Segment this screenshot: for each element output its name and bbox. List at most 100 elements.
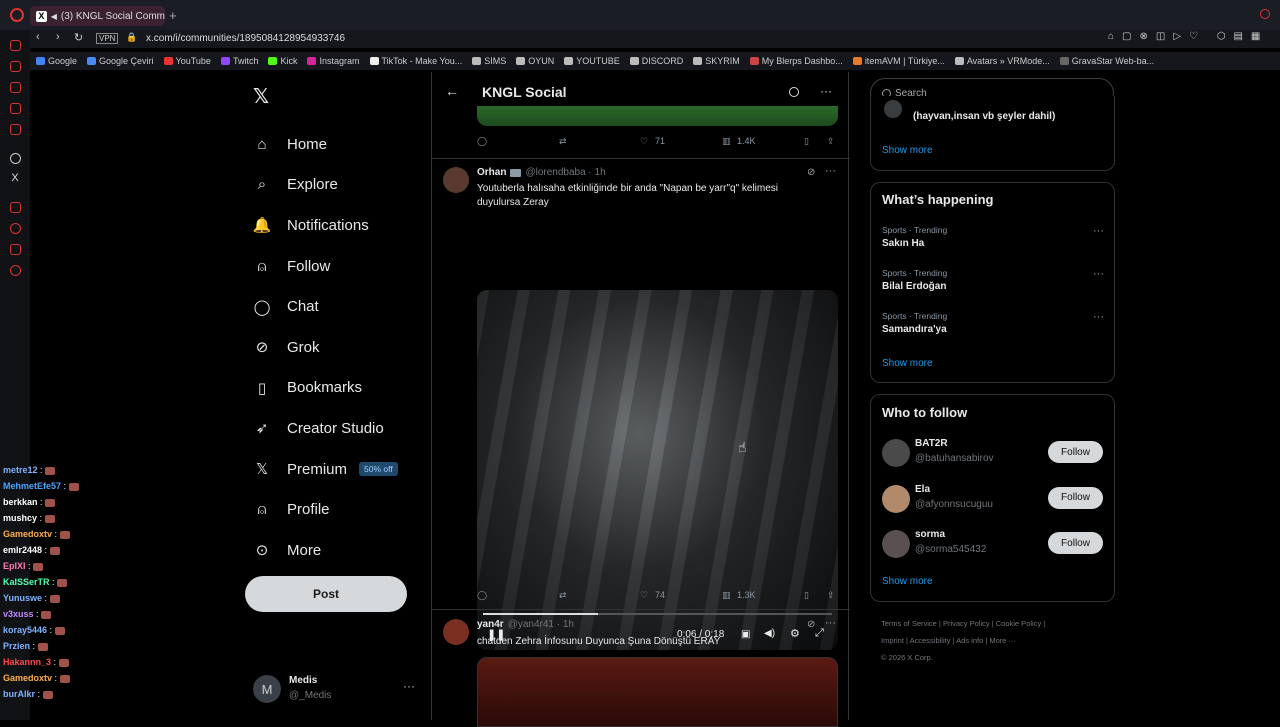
reload-icon[interactable]: ↻ [74, 31, 83, 44]
tweet-media[interactable] [477, 657, 838, 727]
trend-item[interactable]: Sports · Trending Samandıra'ya ··· [882, 311, 1107, 335]
trend-item[interactable]: Sports · Trending Bilal Erdoğan ··· [882, 268, 1107, 292]
bookmark-label: YouTube [175, 56, 211, 66]
bookmark-icon[interactable]: ▯ [804, 590, 809, 601]
new-tab-button[interactable]: + [169, 8, 177, 23]
back-arrow-icon[interactable]: ← [445, 83, 459, 99]
tweet-handle[interactable]: @lorendbaba · 1h [525, 167, 605, 178]
more-icon[interactable]: ··· [1093, 311, 1104, 323]
like-icon[interactable]: ♡ [640, 590, 648, 601]
share-icon[interactable]: ⇪ [827, 590, 835, 601]
sidebar-app-icon[interactable] [9, 103, 21, 114]
settings-icon[interactable] [9, 265, 21, 276]
forward-icon[interactable]: › [56, 31, 60, 43]
reply-icon[interactable]: ◯ [477, 590, 487, 601]
nav-item-creator-studio[interactable]: ➶ Creator Studio [253, 408, 398, 449]
x-app-icon[interactable]: X [0, 172, 30, 184]
show-more-link[interactable]: Show more [882, 576, 933, 587]
bookmark-item[interactable]: Google Çeviri [87, 56, 154, 66]
sidebar-app-icon[interactable] [9, 124, 21, 135]
bookmark-item[interactable]: Avatars » VRMode... [954, 56, 1050, 66]
more-icon[interactable]: ··· [403, 679, 415, 693]
show-more-link[interactable]: Show more [882, 358, 933, 369]
nav-item-home[interactable]: ⌂ Home [253, 124, 398, 165]
repost-icon[interactable]: ⇄ [559, 136, 567, 147]
bookmark-favicon-icon [472, 57, 482, 65]
follow-button[interactable]: Follow [1048, 486, 1103, 509]
sidebar-app-icon[interactable] [9, 61, 21, 72]
bookmark-item[interactable]: Google [36, 56, 77, 66]
tweet-author-name[interactable]: yan4r [477, 619, 504, 630]
bookmark-item[interactable]: SKYRIM [693, 56, 740, 66]
follow-suggestion[interactable]: Ela @afyonnsucuguu Follow [882, 483, 1107, 515]
follow-suggestion[interactable]: BAT2R @batuhansabirov Follow [882, 437, 1107, 469]
opera-logo-icon[interactable] [10, 8, 24, 22]
history-icon[interactable] [9, 223, 21, 234]
more-icon[interactable]: ··· [1093, 225, 1104, 237]
chat-message: EpIXI : [3, 558, 113, 574]
repost-icon[interactable]: ⇄ [559, 590, 567, 601]
bookmark-item[interactable]: YouTube [163, 56, 211, 66]
url-field[interactable]: x.com/i/communities/1895084128954933746 [146, 33, 345, 44]
previous-post-media[interactable] [477, 106, 838, 126]
account-switcher[interactable]: M Medis @_Medis ··· [253, 673, 418, 705]
bookmark-item[interactable]: GravaStar Web-ba... [1059, 56, 1154, 66]
extensions-icon[interactable] [9, 244, 21, 255]
more-icon[interactable]: ··· [825, 617, 836, 629]
more-icon[interactable]: ··· [825, 165, 836, 177]
bookmark-icon[interactable]: ▯ [804, 136, 809, 147]
reply-icon[interactable]: ◯ [477, 136, 487, 147]
follow-suggestion[interactable]: sorma @sorma545432 Follow [882, 528, 1107, 560]
bookmark-item[interactable]: Twitch [220, 56, 258, 66]
nav-item-notifications[interactable]: 🔔 Notifications [253, 205, 398, 246]
post-button[interactable]: Post [245, 576, 407, 612]
nav-item-follow[interactable]: ⍝ Follow [253, 246, 398, 287]
nav-item-grok[interactable]: ⊘ Grok [253, 327, 398, 368]
tweet-author-name[interactable]: Orhan [477, 167, 506, 178]
search-icon[interactable] [1260, 9, 1270, 19]
nav-item-more[interactable]: ⊙ More [253, 530, 398, 571]
footer-line[interactable]: Imprint | Accessibility | Ads info | Mor… [881, 632, 1045, 649]
nav-item-bookmarks[interactable]: ▯ Bookmarks [253, 368, 398, 409]
like-icon[interactable]: ♡ [640, 136, 648, 147]
x-logo-icon[interactable]: 𝕏 [253, 84, 269, 109]
nav-item-premium[interactable]: 𝕏 Premium 50% off [253, 449, 398, 490]
share-icon[interactable]: ⇪ [827, 136, 835, 147]
browser-tab[interactable]: X ◀ (3) KNGL Social Comm [30, 6, 165, 26]
back-icon[interactable]: ‹ [36, 31, 40, 43]
nav-item-profile[interactable]: ⍝ Profile [253, 489, 398, 530]
tweet-handle[interactable]: @yan4r41 · 1h [508, 619, 574, 630]
vpn-badge[interactable]: VPN [96, 33, 119, 44]
grok-icon[interactable]: ⊘ [807, 619, 815, 630]
bookmark-item[interactable]: OYUN [516, 56, 554, 66]
footer-line[interactable]: Terms of Service | Privacy Policy | Cook… [881, 615, 1045, 632]
show-more-link[interactable]: Show more [882, 145, 933, 156]
follow-button[interactable]: Follow [1048, 532, 1103, 554]
nav-item-explore[interactable]: ⌕ Explore [253, 165, 398, 206]
bookmark-item[interactable]: Instagram [307, 56, 360, 66]
footer-links[interactable]: Terms of Service | Privacy Policy | Cook… [881, 615, 1045, 666]
bookmark-item[interactable]: TikTok - Make You... [369, 56, 462, 66]
trend-item[interactable]: Sports · Trending Sakın Ha ··· [882, 225, 1107, 249]
toolbar-icons[interactable]: ⌂▢⊗◫▷♡ ⬡▤▦ [1108, 31, 1268, 42]
nav-item-chat[interactable]: ◯ Chat [253, 286, 398, 327]
tweet[interactable]: Orhan @lorendbaba · 1h ⊘ ··· Youtuberla … [432, 159, 850, 650]
sidebar-app-icon[interactable] [9, 82, 21, 93]
bookmark-item[interactable]: My Blerps Dashbo... [749, 56, 843, 66]
bookmark-item[interactable]: DISCORD [629, 56, 683, 66]
bookmark-item[interactable]: YOUTUBE [564, 56, 620, 66]
sidebar-app-icon[interactable] [9, 202, 21, 213]
more-icon[interactable]: ··· [820, 84, 832, 98]
search-icon[interactable] [789, 87, 799, 97]
bookmark-item[interactable]: SIMS [472, 56, 506, 66]
grok-icon[interactable]: ⊘ [807, 167, 815, 178]
chat-separator: : [37, 513, 45, 523]
chat-username: berkkan [3, 497, 38, 507]
bookmark-item[interactable]: Kick [268, 56, 297, 66]
chatgpt-icon[interactable] [9, 153, 21, 164]
tweet[interactable]: yan4r @yan4r41 · 1h ⊘ ··· chatden Zehra … [432, 610, 850, 727]
sidebar-app-icon[interactable] [9, 40, 21, 51]
more-icon[interactable]: ··· [1093, 268, 1104, 280]
bookmark-item[interactable]: itemAVM | Türkiye... [852, 56, 945, 66]
follow-button[interactable]: Follow [1048, 441, 1103, 463]
